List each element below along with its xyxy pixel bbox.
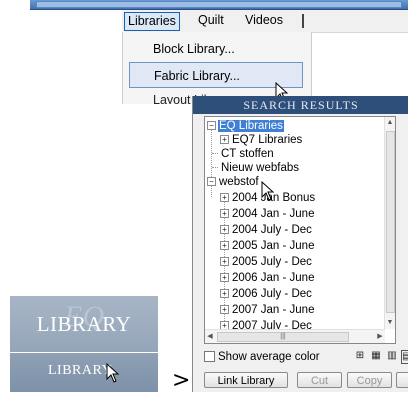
average-color-row: Show average color ⊞ ▦ ▥ ▤ — [204, 349, 408, 365]
arrow-glyph: > — [172, 368, 191, 393]
library-tile-label: LIBRARY — [36, 312, 132, 336]
tree-node[interactable]: +2006 July - Dec — [220, 287, 313, 301]
libraries-dropdown: Block Library... Fabric Library... Layou… — [122, 32, 312, 104]
library-tile[interactable]: EQ LIBRARY — [10, 296, 158, 352]
small-grid-icon[interactable]: ⊞ — [354, 350, 366, 362]
library-button-tile[interactable]: LIBRARY — [10, 353, 158, 392]
expand-icon[interactable]: + — [220, 257, 229, 267]
expand-icon[interactable]: + — [220, 209, 229, 219]
expand-icon[interactable]: + — [220, 193, 229, 203]
scroll-down-icon[interactable]: ▼ — [385, 317, 395, 329]
menu-bar: Libraries Quilt Videos — [122, 10, 408, 33]
scroll-thumb[interactable]: ||| — [217, 332, 349, 342]
medium-grid-icon[interactable]: ▦ — [370, 350, 382, 362]
collapse-icon[interactable]: − — [207, 177, 216, 187]
expand-icon[interactable]: + — [220, 289, 229, 299]
show-average-color-checkbox[interactable] — [204, 351, 215, 363]
tree-node[interactable]: − webstof — [207, 175, 260, 189]
tree-node[interactable]: +2004 Jan - June — [220, 207, 315, 221]
expand-icon[interactable]: + — [220, 225, 229, 235]
library-button-label: LIBRARY — [48, 363, 113, 378]
tree-node[interactable]: + EQ7 Libraries — [220, 133, 303, 147]
expand-icon[interactable]: + — [220, 305, 229, 315]
link-library-button[interactable]: Link Library — [204, 372, 288, 388]
tree-node[interactable]: CT stoffen — [212, 147, 275, 161]
scroll-right-icon[interactable]: ▶ — [375, 330, 385, 343]
cut-button[interactable]: Cut — [297, 372, 342, 388]
library-panel: SEARCH RESULTS − EQ Libraries + EQ7 Librar… — [192, 96, 408, 392]
more-button[interactable] — [396, 372, 408, 388]
horizontal-scrollbar[interactable]: ◀ ||| ▶ — [205, 329, 385, 343]
panel-header: SEARCH RESULTS — [193, 96, 408, 114]
menu-item-block-library[interactable]: Block Library... — [129, 36, 303, 62]
scroll-thumb[interactable] — [386, 131, 395, 313]
expand-icon[interactable]: + — [220, 273, 229, 283]
tree-node[interactable]: +2005 Jan - June — [220, 239, 315, 253]
tree: − EQ Libraries + EQ7 Libraries CT stoffen … — [205, 117, 385, 343]
expand-icon[interactable]: + — [220, 135, 229, 145]
tree-node[interactable]: +2005 July - Dec — [220, 255, 313, 269]
scroll-left-icon[interactable]: ◀ — [205, 330, 215, 343]
menu-videos[interactable]: Videos — [242, 12, 286, 29]
menu-quilt[interactable]: Quilt — [195, 12, 227, 29]
large-grid-icon[interactable]: ▥ — [386, 350, 398, 362]
mouse-cursor-icon — [106, 363, 120, 383]
tree-node[interactable]: +2006 Jan - June — [220, 271, 315, 285]
menu-more[interactable] — [302, 14, 304, 28]
collapse-icon[interactable]: − — [207, 121, 216, 131]
scroll-up-icon[interactable]: ▲ — [385, 117, 395, 129]
tree-node[interactable]: Nieuw webfabs — [212, 161, 300, 175]
show-average-color-label: Show average color — [218, 351, 320, 363]
tree-node[interactable]: +2007 Jan - June — [220, 303, 315, 317]
tree-node-eq-libraries[interactable]: − EQ Libraries — [207, 119, 284, 133]
tree-node[interactable]: +2004 July - Dec — [220, 223, 313, 237]
copy-button[interactable]: Copy — [347, 372, 392, 388]
expand-icon[interactable]: + — [220, 241, 229, 251]
window-title-bar — [30, 0, 408, 10]
library-tree-view[interactable]: − EQ Libraries + EQ7 Libraries CT stoffen … — [204, 116, 396, 344]
mouse-cursor-icon — [261, 181, 275, 201]
vertical-scrollbar[interactable]: ▲ ▼ — [384, 117, 395, 329]
list-view-icon[interactable]: ▤ — [401, 350, 408, 364]
menu-libraries[interactable]: Libraries — [124, 12, 180, 31]
